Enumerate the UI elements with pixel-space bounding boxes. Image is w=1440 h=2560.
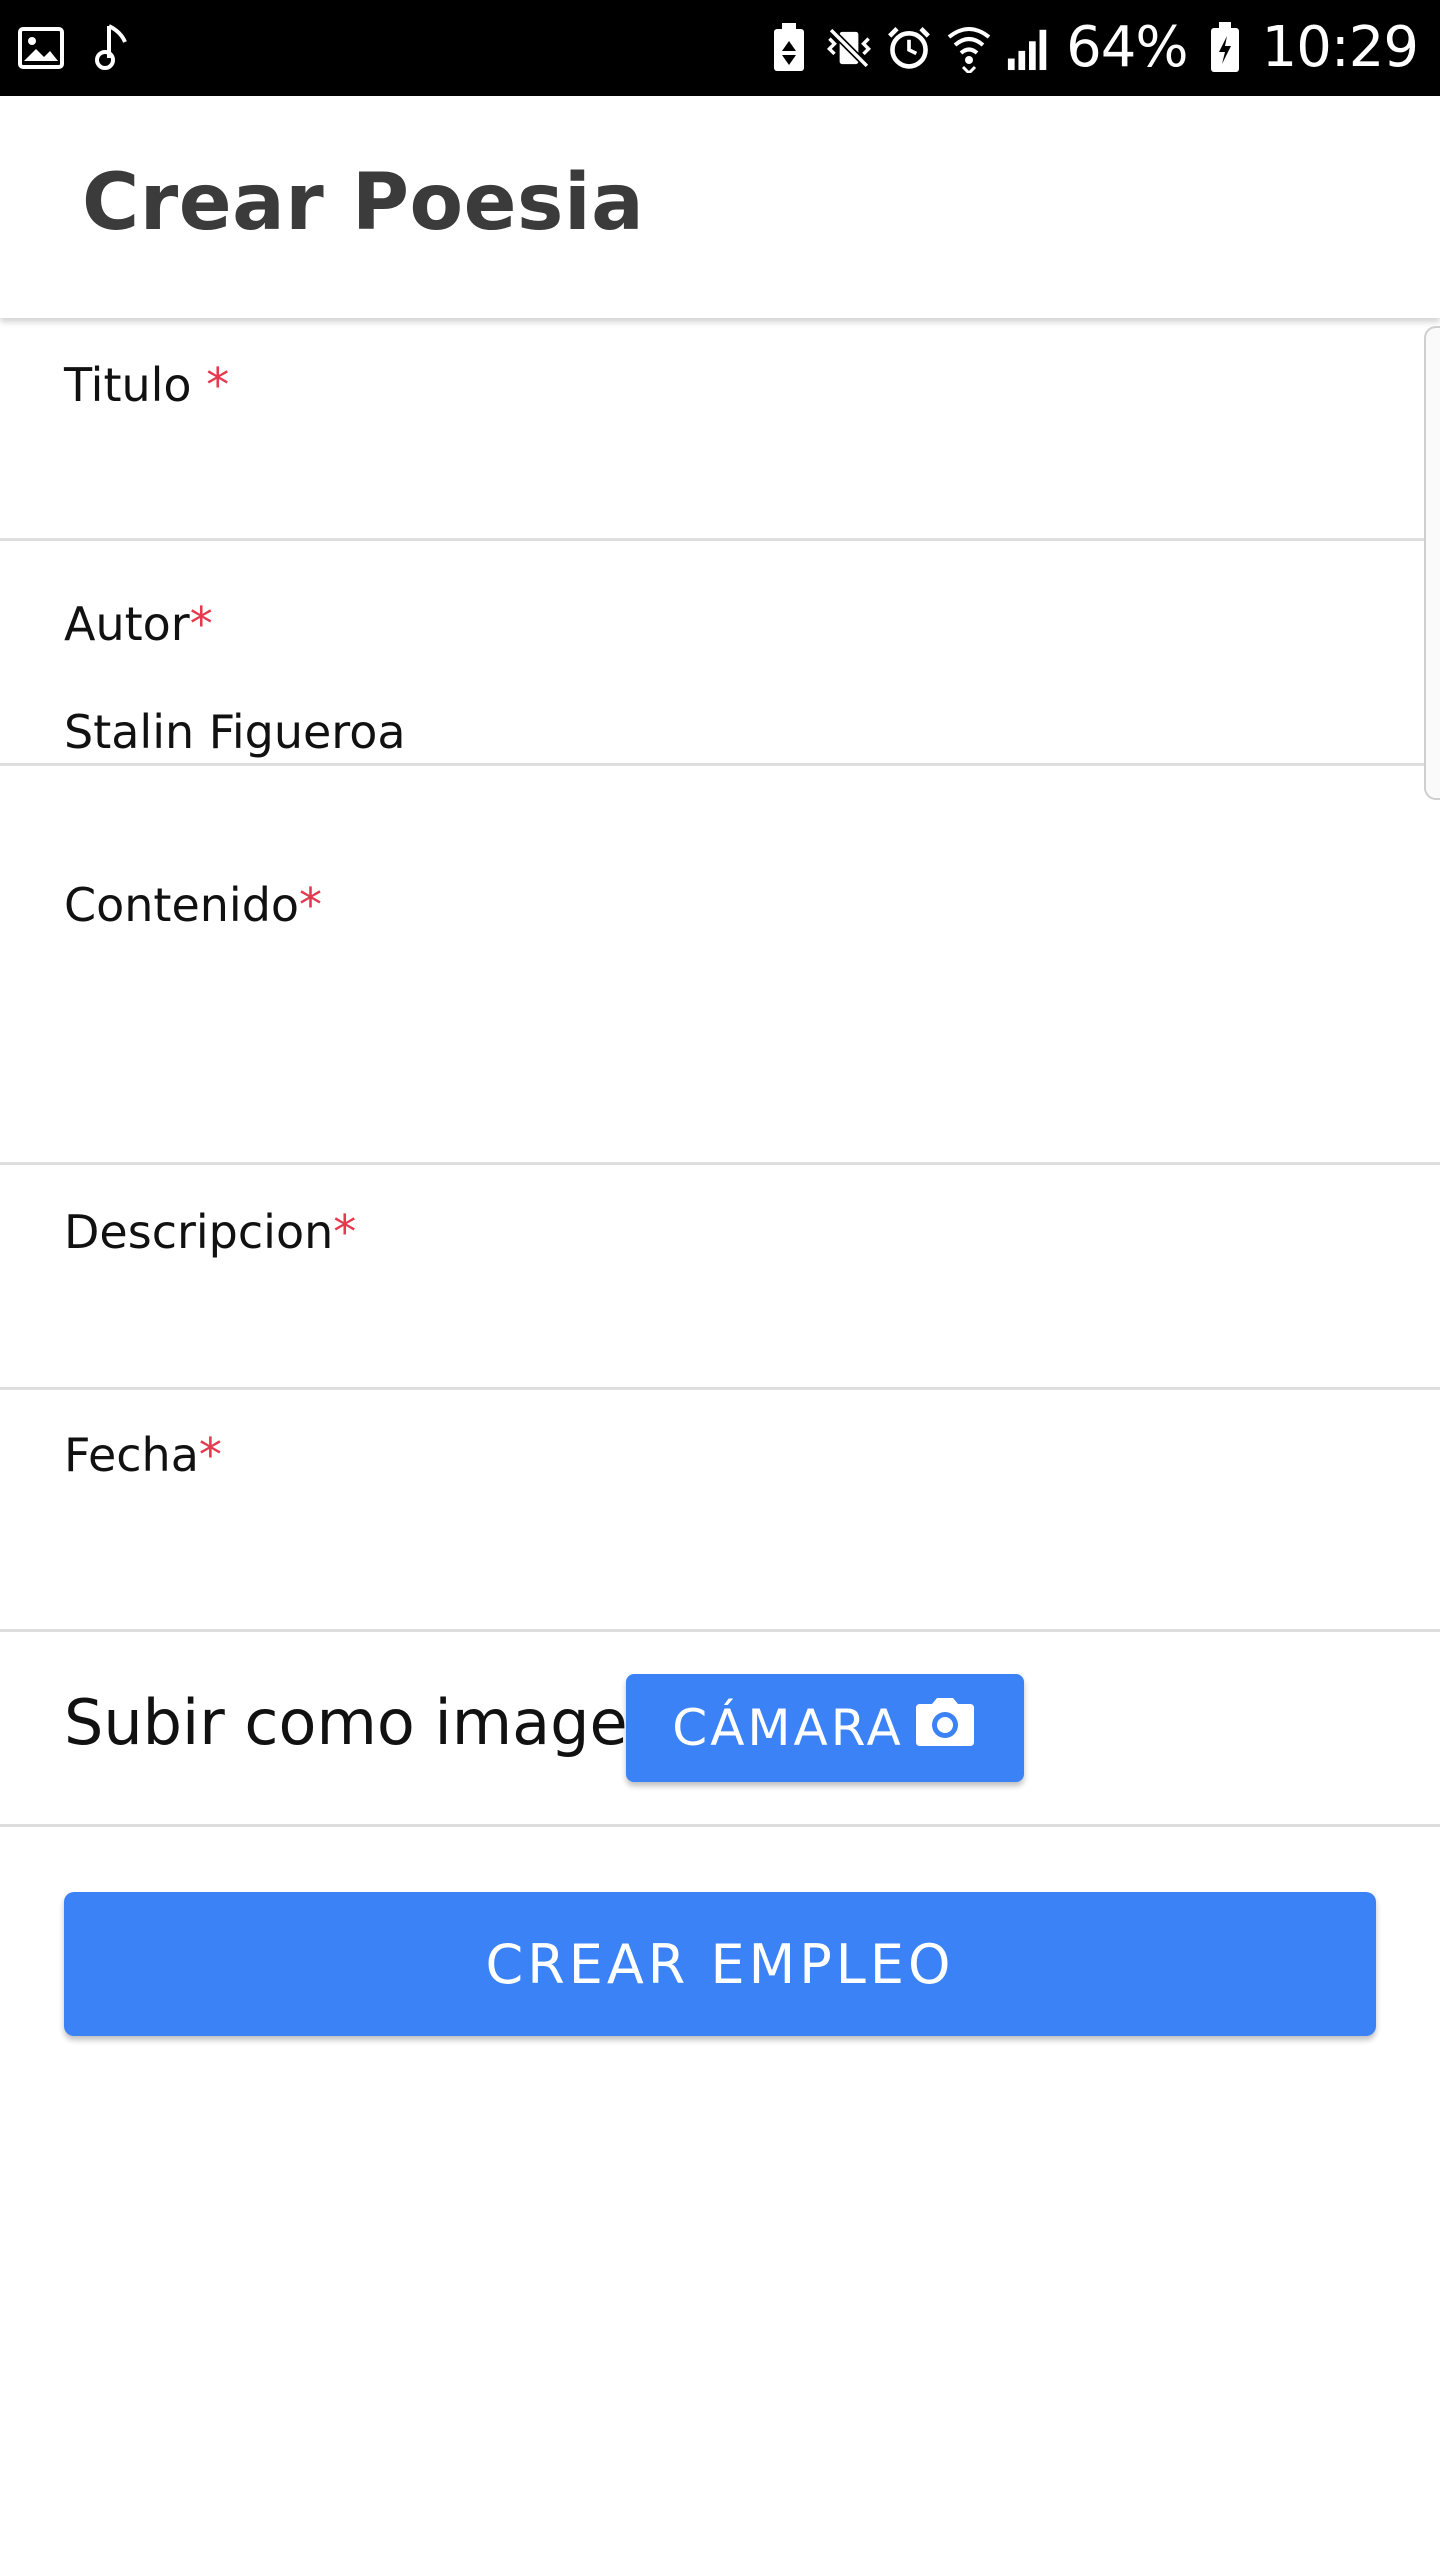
descripcion-input[interactable] — [64, 1295, 1364, 1349]
required-mark: * — [299, 878, 323, 932]
gallery-icon — [18, 20, 64, 76]
required-mark: * — [333, 1205, 357, 1259]
fecha-field[interactable]: Fecha* — [0, 1390, 1440, 1632]
battery-percent: 64% — [1066, 15, 1188, 80]
battery-icon — [1202, 20, 1248, 76]
fecha-label: Fecha* — [64, 1428, 222, 1482]
upload-label: Subir como imagen — [64, 1686, 667, 1759]
create-button[interactable]: CREAR EMPLEO — [64, 1892, 1376, 2036]
contenido-field[interactable]: Contenido* — [0, 766, 1440, 1165]
camera-button-label: CÁMARA — [672, 1699, 904, 1757]
status-bar-right: 64% 10:29 — [766, 14, 1419, 82]
required-mark: * — [189, 597, 213, 651]
camera-button[interactable]: CÁMARA — [626, 1674, 1024, 1782]
signal-icon — [1006, 20, 1052, 76]
descripcion-label: Descripcion* — [64, 1205, 357, 1259]
required-mark: * — [206, 358, 230, 412]
alarm-icon — [886, 20, 932, 76]
autor-label: Autor* — [64, 597, 213, 651]
titulo-input[interactable] — [64, 440, 1364, 494]
contenido-label: Contenido* — [64, 878, 323, 932]
music-note-icon — [90, 20, 136, 76]
battery-saver-icon — [766, 20, 812, 76]
app-bar: Crear Poesia — [0, 96, 1440, 318]
status-bar: 64% 10:29 — [0, 0, 1440, 96]
autor-input[interactable]: Stalin Figueroa — [64, 705, 1364, 759]
autor-field[interactable]: Autor* Stalin Figueroa — [0, 541, 1440, 766]
upload-row: Subir como imagen CÁMARA — [0, 1632, 1440, 1827]
titulo-label: Titulo * — [64, 358, 230, 412]
page-title: Crear Poesia — [82, 158, 645, 248]
wifi-icon — [946, 20, 992, 76]
camera-icon — [912, 1696, 978, 1760]
required-mark: * — [198, 1428, 222, 1482]
titulo-field[interactable]: Titulo * — [0, 320, 1440, 541]
vibrate-mute-icon — [826, 20, 872, 76]
scroll-handle[interactable] — [1424, 326, 1440, 800]
fecha-input[interactable] — [64, 1520, 1364, 1574]
descripcion-field[interactable]: Descripcion* — [0, 1165, 1440, 1390]
contenido-input[interactable] — [64, 966, 1364, 1116]
status-bar-left — [18, 20, 136, 76]
clock: 10:29 — [1261, 15, 1419, 80]
